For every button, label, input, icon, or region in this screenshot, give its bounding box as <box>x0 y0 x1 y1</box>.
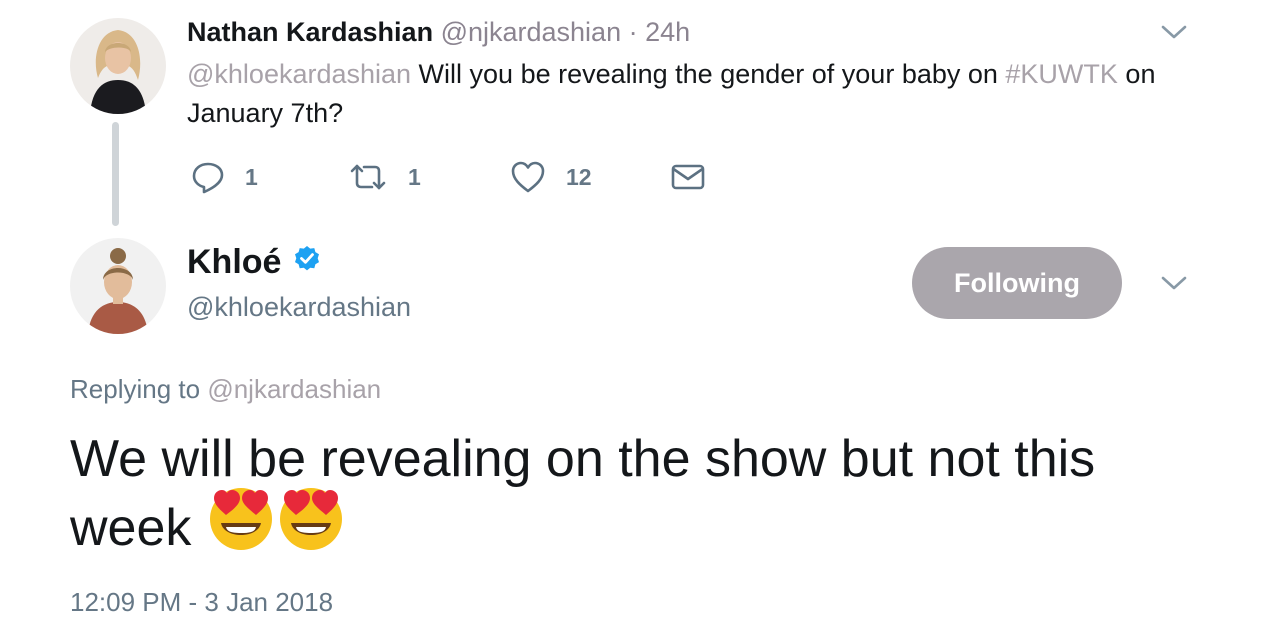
main-author-name-row: Khloé <box>187 242 321 282</box>
verified-badge-icon <box>293 242 321 282</box>
reply-icon <box>191 160 225 194</box>
parent-text-part: Will you be revealing the gender of your… <box>411 59 1006 89</box>
direct-message-button[interactable] <box>670 158 706 196</box>
thread-connector-line <box>112 122 119 226</box>
parent-tweet-text: @khloekardashian Will you be revealing t… <box>187 55 1197 133</box>
hashtag-link[interactable]: #KUWTK <box>1005 59 1118 89</box>
replying-handle-link[interactable]: @njkardashian <box>207 374 381 404</box>
main-chevron-down-icon[interactable] <box>1160 273 1188 293</box>
retweet-icon <box>348 161 388 193</box>
header-separator: · <box>628 17 638 47</box>
retweet-count: 1 <box>408 163 421 190</box>
main-author-avatar[interactable] <box>70 238 166 334</box>
mail-icon <box>670 162 706 192</box>
following-button[interactable]: Following <box>912 247 1122 319</box>
heart-eyes-emoji-icon <box>206 483 276 570</box>
parent-author-name[interactable]: Nathan Kardashian <box>187 17 433 47</box>
like-button[interactable]: 12 <box>510 158 592 196</box>
main-author-name[interactable]: Khloé <box>187 242 281 282</box>
main-tweet-text: We will be revealing on the show but not… <box>70 425 1220 570</box>
reply-count: 1 <box>245 163 258 190</box>
parent-chevron-down-icon[interactable] <box>1160 22 1188 42</box>
heart-icon <box>510 160 546 194</box>
parent-time-ago[interactable]: 24h <box>645 17 690 47</box>
retweet-button[interactable]: 1 <box>348 158 421 196</box>
parent-author-avatar[interactable] <box>70 18 166 114</box>
like-count: 12 <box>566 163 592 190</box>
parent-author-handle[interactable]: @njkardashian <box>441 17 622 47</box>
reply-button[interactable]: 1 <box>191 158 258 196</box>
heart-eyes-emoji-icon <box>276 483 346 570</box>
parent-tweet-header: Nathan Kardashian @njkardashian · 24h <box>187 15 690 49</box>
replying-to-line: Replying to @njkardashian <box>70 372 381 406</box>
tweet-timestamp[interactable]: 12:09 PM - 3 Jan 2018 <box>70 585 333 619</box>
main-author-handle[interactable]: @khloekardashian <box>187 290 411 324</box>
replying-prefix: Replying to <box>70 374 208 404</box>
mention-link[interactable]: @khloekardashian <box>187 59 411 89</box>
